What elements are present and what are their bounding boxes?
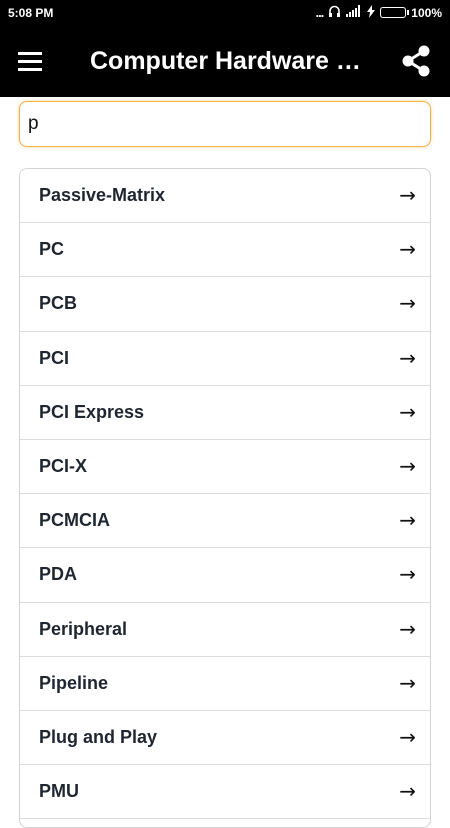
charging-icon (367, 4, 376, 21)
list-item-label: PDA (39, 564, 78, 585)
list-item[interactable]: PCMCIA → (20, 494, 430, 549)
list-item[interactable]: PCI → (20, 332, 430, 386)
arrow-right-icon: → (399, 508, 416, 533)
arrow-right-icon: → (399, 670, 416, 695)
arrow-right-icon: → (399, 399, 416, 424)
list-item-label: Plug and Play (39, 726, 158, 747)
list-item[interactable]: PDA → (20, 548, 430, 603)
list-item-label: Passive-Matrix (39, 185, 166, 205)
list-item-label: Peripheral (39, 618, 128, 639)
list-item[interactable]: Peripheral → (20, 603, 430, 657)
list-item[interactable]: PCI-X → (20, 440, 430, 495)
battery-percent: 100% (411, 5, 442, 20)
status-time: 5:08 PM (8, 6, 54, 20)
list-item-label: PCI-X (39, 455, 88, 476)
list-item[interactable]: PCB → (20, 277, 430, 332)
share-icon (402, 45, 430, 77)
list-item[interactable]: PCI Express → (20, 386, 430, 440)
list-item-label: PC (39, 239, 65, 260)
list-item-label: PMU (39, 781, 79, 802)
list-item-label: PCI Express (39, 401, 145, 422)
list-item[interactable]: Plug and Play → (20, 711, 430, 766)
status-icons: ... 100% (315, 4, 442, 21)
notification-dots: ... (315, 5, 324, 20)
arrow-right-icon: → (399, 724, 416, 749)
arrow-right-icon: → (399, 183, 416, 207)
arrow-right-icon: → (399, 453, 416, 478)
arrow-right-icon: → (399, 562, 416, 587)
list-item[interactable]: Pipeline → (20, 657, 430, 711)
app-bar: Computer Hardware Di… (0, 25, 450, 97)
status-bar: 5:08 PM ... 100% (0, 0, 450, 25)
share-button[interactable] (396, 41, 436, 81)
list-item-label: Pipeline (39, 672, 109, 693)
menu-button[interactable] (18, 45, 50, 77)
search-input[interactable] (19, 101, 431, 147)
arrow-right-icon: → (399, 291, 416, 316)
list-item[interactable]: PC → (20, 223, 430, 278)
hamburger-menu-icon (18, 51, 42, 55)
list-item-label: PCI (39, 347, 70, 368)
arrow-right-icon: → (399, 616, 416, 641)
arrow-right-icon: → (399, 345, 416, 370)
battery-icon (380, 7, 410, 18)
list-item[interactable]: PMU → (20, 765, 430, 820)
list-item-label: PCMCIA (39, 510, 110, 531)
list-item[interactable]: Passive-Matrix → (20, 169, 430, 224)
arrow-right-icon: → (399, 237, 416, 262)
term-list: Passive-Matrix → PC → PCB → PCI → PCI Express → PC… (19, 168, 431, 828)
arrow-right-icon: → (399, 779, 416, 804)
app-title: Computer Hardware Di… (90, 47, 370, 75)
list-item-label: PCB (39, 293, 78, 314)
headphones-icon (328, 5, 341, 21)
signal-icon (346, 5, 362, 20)
